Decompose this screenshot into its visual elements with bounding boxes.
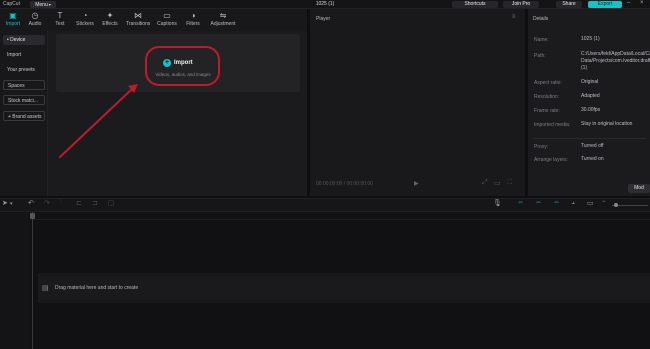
details-key: Imported media: [534, 122, 571, 128]
tab-label: Filters [186, 21, 200, 27]
player-timecode: 00:00:00:00 / 00:00:00:00 [316, 181, 373, 187]
auto-snap-icon[interactable]: ⇔ [535, 199, 542, 206]
details-key: Path: [534, 53, 546, 59]
microphone-icon[interactable]: 🎙 [493, 199, 502, 207]
details-key: Aspect ratio: [534, 80, 562, 86]
transitions-icon: ⋈ [134, 11, 142, 20]
delete-icon[interactable]: ▢ [108, 199, 115, 207]
close-icon[interactable]: × [640, 0, 644, 6]
details-value: C:/Users/feld/AppData/Local/CapCut/User … [581, 51, 650, 71]
details-value: Turned on [581, 156, 604, 162]
stickers-icon: ◔ [82, 11, 88, 20]
menu-label: Menu [35, 2, 48, 8]
join-pro-button[interactable]: Join Pro [503, 1, 539, 8]
film-icon: ▤ [42, 285, 49, 292]
sidebar-item-spaces[interactable]: Spaces [3, 80, 45, 90]
play-icon[interactable]: ▶ [414, 180, 419, 187]
details-value: 30.00fps [581, 107, 601, 113]
chevron-down-icon: ▾ [48, 2, 51, 7]
tab-label: Transitions [126, 21, 151, 27]
shortcuts-button[interactable]: Shortcuts [452, 1, 498, 8]
main-track-magnet-icon[interactable]: ⇔ [517, 199, 524, 206]
fullscreen-icon[interactable]: ⤢ [482, 179, 488, 187]
tab-audio[interactable]: ◷ Audio [23, 11, 47, 30]
divider [533, 138, 646, 139]
sidebar-item-stock-materials[interactable]: Stock matci... [3, 95, 45, 105]
tab-transitions[interactable]: ⋈ Transitions [126, 11, 150, 30]
details-key: Name: [534, 37, 549, 43]
project-title: 1025 (1) [315, 1, 335, 7]
details-value: Original [581, 79, 599, 85]
share-button[interactable]: Share [556, 1, 582, 8]
details-key: Arrange layers: [534, 157, 568, 163]
tab-adjustment[interactable]: ⇋ Adjustment [207, 11, 239, 30]
redo-icon[interactable]: ↷ [44, 199, 50, 207]
tab-text[interactable]: T Text [48, 11, 72, 30]
modify-button[interactable]: Mod [628, 184, 650, 193]
filters-icon: ◑ [190, 11, 196, 20]
media-toolbar: ▣ Import ◷ Audio T Text ◔ Stickers ✦ Effects … [0, 9, 307, 31]
details-title: Details [533, 16, 549, 22]
timeline-ruler[interactable] [33, 212, 650, 220]
tab-label: Adjustment [210, 21, 236, 27]
tab-import[interactable]: ▣ Import [1, 11, 25, 30]
expand-icon[interactable]: ⛶ [507, 179, 512, 187]
plus-icon[interactable]: + [163, 59, 171, 67]
adjustment-icon: ⇋ [219, 11, 227, 20]
details-key: Proxy: [534, 144, 549, 150]
menu-button[interactable]: Menu▾ [30, 1, 56, 8]
tab-stickers[interactable]: ◔ Stickers [73, 11, 97, 30]
select-tool-icon[interactable]: ➤ [2, 199, 8, 207]
undo-icon[interactable]: ↶ [28, 199, 34, 207]
import-subtitle: Videos, audios, and images [155, 72, 211, 77]
zoom-slider-handle[interactable] [614, 203, 618, 207]
text-icon: T [57, 11, 63, 20]
linkage-icon[interactable]: ⇔ [553, 199, 560, 206]
tab-captions[interactable]: ▭ Captions [155, 11, 179, 30]
details-key: Resolution: [534, 94, 560, 100]
export-button[interactable]: Export [588, 1, 622, 8]
preview-axis-icon[interactable]: ⫠ [571, 199, 575, 207]
split-left-icon[interactable]: ⊏ [76, 199, 82, 207]
split-right-icon[interactable]: ⊐ [92, 199, 98, 207]
details-key: Frame rate: [534, 108, 560, 114]
chevron-down-icon[interactable]: ▾ [10, 201, 13, 207]
import-icon: ▣ [9, 11, 17, 20]
details-value: Stay in original location [581, 121, 633, 127]
captions-toggle-icon[interactable]: ▭ [587, 199, 594, 207]
track-header-column [0, 212, 30, 349]
details-value: 1025 (1) [581, 36, 600, 42]
tab-effects[interactable]: ✦ Effects [98, 11, 122, 30]
player-title: Player [316, 16, 331, 22]
playhead-handle[interactable] [30, 213, 35, 219]
tab-label: Stickers [76, 21, 94, 27]
timeline-drop-text: Drag material here and start to create [55, 285, 139, 291]
sidebar-item-your-presets[interactable]: Your presets [3, 65, 45, 75]
tab-filters[interactable]: ◑ Filters [181, 11, 205, 30]
minimize-icon[interactable]: – [627, 0, 630, 6]
audio-icon: ◷ [31, 11, 39, 20]
tab-label: Text [55, 21, 65, 27]
tab-label: Captions [157, 21, 177, 27]
sidebar-item-import[interactable]: Import [3, 50, 45, 60]
tab-label: Import [5, 21, 21, 27]
sidebar-item-device[interactable]: • Device [3, 35, 45, 45]
sidebar-item-brand-assets[interactable]: + Brand assets [3, 111, 45, 121]
effects-icon: ✦ [106, 11, 114, 20]
ratio-icon[interactable]: ▭ [494, 179, 501, 187]
player-panel [310, 9, 525, 196]
import-button[interactable]: Import [174, 59, 193, 67]
captions-icon: ▭ [163, 11, 171, 20]
tab-label: Audio [28, 21, 42, 27]
media-sidebar: • Device Import Your presets Spaces Stoc… [0, 31, 48, 196]
tab-label: Effects [102, 21, 118, 27]
app-logo: CapCut [3, 1, 20, 7]
zoom-out-icon[interactable]: − [602, 199, 606, 205]
details-value: Adapted [581, 93, 600, 99]
playhead-line[interactable] [32, 212, 33, 349]
menu-icon[interactable]: ≡ [512, 14, 516, 20]
split-icon[interactable]: ⫶ [60, 199, 62, 207]
details-value: Turned off [581, 143, 604, 149]
